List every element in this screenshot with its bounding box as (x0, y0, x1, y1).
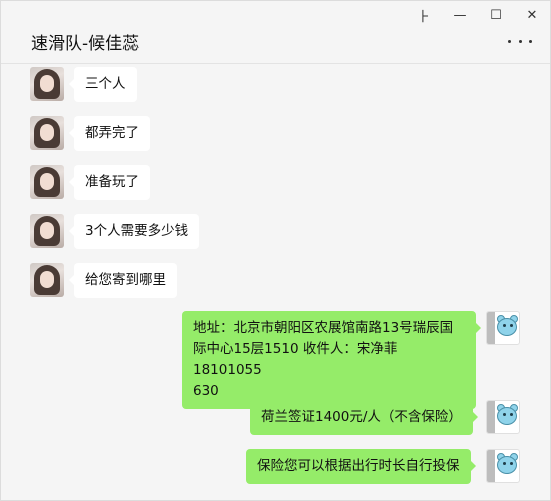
window-controls: ⺊ — ☐ ✕ (406, 1, 550, 29)
title-bar: ⺊ — ☐ ✕ 速滑队-候佳蕊 (1, 1, 550, 63)
contact-avatar[interactable] (30, 116, 64, 150)
contact-avatar[interactable] (30, 214, 64, 248)
dot (518, 39, 522, 43)
message-bubble-outgoing[interactable]: 保险您可以根据出行时长自行投保 (246, 449, 475, 484)
message-bubble-outgoing[interactable]: 地址：北京市朝阳区农展馆南路13号瑞辰国 际中心15层1510 收件人：宋净菲 … (182, 311, 481, 409)
dot (529, 39, 532, 43)
dot (508, 39, 511, 43)
minimize-button[interactable]: — (442, 1, 478, 29)
pin-button[interactable]: ⺊ (406, 1, 442, 29)
self-avatar[interactable] (486, 449, 520, 483)
self-avatar[interactable] (486, 311, 520, 345)
chat-window: ⺊ — ☐ ✕ 速滑队-候佳蕊 三个人 都弄完了 准备玩了 3个人需要多少钱 给… (0, 0, 551, 501)
message-list[interactable]: 三个人 都弄完了 准备玩了 3个人需要多少钱 给您寄到哪里 地址：北京市朝阳区农… (1, 64, 550, 500)
chat-title: 速滑队-候佳蕊 (31, 34, 140, 54)
message-bubble-outgoing[interactable]: 荷兰签证1400元/人（不含保险） (250, 400, 478, 435)
message-bubble-incoming[interactable]: 都弄完了 (69, 116, 150, 151)
message-bubble-incoming[interactable]: 给您寄到哪里 (69, 263, 177, 298)
message-line: 地址：北京市朝阳区农展馆南路13号瑞辰国 (193, 320, 454, 336)
message-line: 际中心15层1510 收件人：宋净菲 18101055 (193, 341, 398, 378)
message-line: 630 (193, 383, 219, 399)
close-button[interactable]: ✕ (514, 1, 550, 29)
contact-avatar[interactable] (30, 165, 64, 199)
maximize-button[interactable]: ☐ (478, 1, 514, 29)
more-dots-icon[interactable] (508, 31, 532, 51)
contact-avatar[interactable] (30, 67, 64, 101)
message-bubble-incoming[interactable]: 准备玩了 (69, 165, 150, 200)
self-avatar[interactable] (486, 400, 520, 434)
message-bubble-incoming[interactable]: 三个人 (69, 67, 137, 102)
contact-avatar[interactable] (30, 263, 64, 297)
message-bubble-incoming[interactable]: 3个人需要多少钱 (68, 214, 200, 249)
